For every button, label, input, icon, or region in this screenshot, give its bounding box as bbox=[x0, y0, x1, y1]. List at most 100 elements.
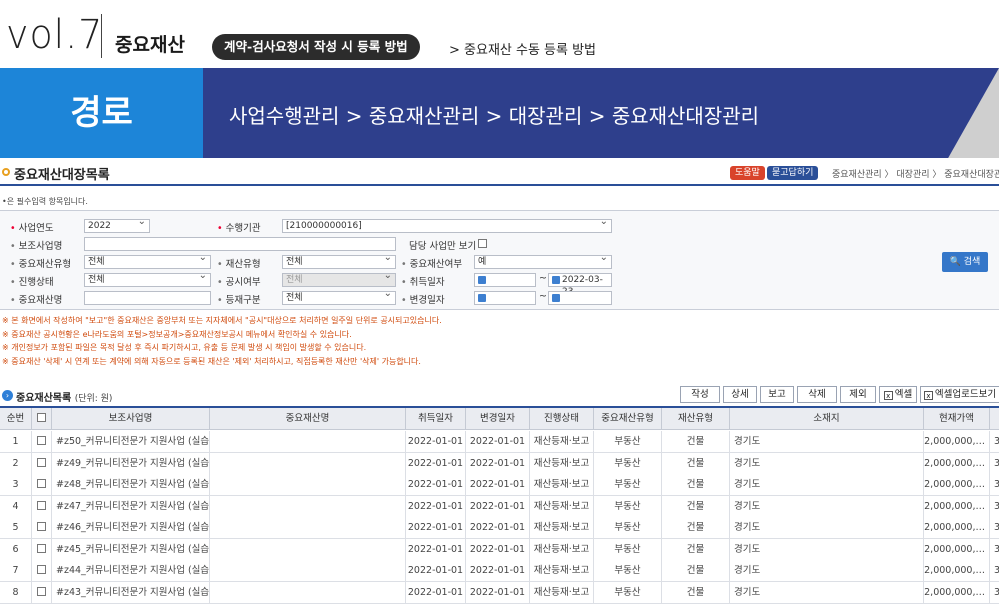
exclude-button[interactable]: 제외 bbox=[840, 386, 876, 403]
cell-asset-type: 부동산 bbox=[594, 474, 662, 496]
year-select[interactable]: 2022 bbox=[84, 216, 150, 233]
row-checkbox[interactable] bbox=[37, 565, 46, 574]
prop-type-select[interactable]: 전체 bbox=[282, 252, 396, 269]
table-row[interactable]: 5 #z46_커뮤니티전문가 지원사업 (실습… 2022-01-01 2022-01… bbox=[0, 517, 999, 539]
table-row[interactable]: 2 #z49_커뮤니티전문가 지원사업 (실습… 2022-01-01 2022-01… bbox=[0, 452, 999, 475]
row-select-cell bbox=[32, 517, 52, 539]
row-checkbox[interactable] bbox=[37, 500, 46, 510]
cell-next: 3, bbox=[990, 453, 999, 475]
list-title: 중요재산목록 (단위: 원) bbox=[16, 393, 113, 404]
row-checkbox[interactable] bbox=[37, 543, 46, 553]
row-checkbox[interactable] bbox=[37, 436, 46, 445]
cell-acq-date: 2022-01-01 bbox=[406, 560, 466, 582]
col-current-value[interactable]: 현재가액 bbox=[924, 408, 990, 430]
col-location[interactable]: 소재지 bbox=[730, 408, 924, 430]
row-checkbox[interactable] bbox=[37, 479, 46, 488]
excel-icon: x bbox=[883, 391, 893, 400]
cell-status: 재산등재·보고 bbox=[530, 560, 594, 582]
col-prop-type[interactable]: 재산유형 bbox=[662, 408, 730, 430]
asset-name-label: • 중요재산명 bbox=[10, 295, 63, 306]
table-row[interactable]: 4 #z47_커뮤니티전문가 지원사업 (실습… 2022-01-01 2022-01… bbox=[0, 495, 999, 518]
col-change-date[interactable]: 변경일자 bbox=[466, 408, 530, 430]
reg-type-select[interactable]: 전체 bbox=[282, 288, 396, 305]
cell-current-value: 2,000,000,… bbox=[924, 560, 990, 582]
cell-change-date: 2022-01-01 bbox=[466, 517, 530, 539]
cell-status: 재산등재·보고 bbox=[530, 538, 594, 561]
col-sub-project[interactable]: 보조사업명 bbox=[52, 408, 210, 430]
help-button[interactable]: 도움말 bbox=[730, 166, 765, 180]
cell-current-value: 2,000,000,… bbox=[924, 495, 990, 518]
detail-button[interactable]: 상세 bbox=[723, 386, 757, 403]
sub-project-input[interactable] bbox=[84, 237, 396, 251]
reg-type-label: • 등재구분 bbox=[217, 295, 261, 306]
volume-label: vol.7 bbox=[6, 12, 104, 58]
excel-button[interactable]: x 엑셀 bbox=[879, 386, 917, 403]
date-range-sep: ~ bbox=[539, 291, 547, 302]
select-all-checkbox[interactable] bbox=[37, 413, 46, 422]
cell-change-date: 2022-01-01 bbox=[466, 495, 530, 518]
cell-location: 경기도 bbox=[730, 474, 924, 496]
asset-name-input[interactable] bbox=[84, 291, 211, 305]
row-select-cell bbox=[32, 452, 52, 475]
calendar-icon[interactable] bbox=[552, 294, 560, 302]
calendar-icon[interactable] bbox=[552, 276, 560, 284]
cell-change-date: 2022-01-01 bbox=[466, 474, 530, 496]
table-row[interactable]: 7 #z44_커뮤니티전문가 지원사업 (실습… 2022-01-01 2022-01… bbox=[0, 560, 999, 582]
create-button[interactable]: 작성 bbox=[680, 386, 720, 403]
org-select[interactable]: [210000000016] bbox=[282, 216, 612, 233]
col-status[interactable]: 진행상태 bbox=[530, 408, 594, 430]
cell-change-date: 2022-01-01 bbox=[466, 560, 530, 582]
search-button[interactable]: 🔍 검색 bbox=[942, 252, 988, 272]
col-select-all[interactable] bbox=[32, 408, 52, 430]
col-no[interactable]: 순번 bbox=[0, 408, 32, 430]
cell-sub-project: #z48_커뮤니티전문가 지원사업 (실습… bbox=[52, 474, 210, 496]
row-select-cell bbox=[32, 560, 52, 582]
cell-acq-date: 2022-01-01 bbox=[406, 538, 466, 561]
calendar-icon[interactable] bbox=[478, 276, 486, 284]
important-select[interactable]: 예 bbox=[474, 252, 612, 269]
cell-current-value: 2,000,000,… bbox=[924, 452, 990, 475]
table-row[interactable]: 6 #z45_커뮤니티전문가 지원사업 (실습… 2022-01-01 2022-01… bbox=[0, 538, 999, 561]
calendar-icon[interactable] bbox=[478, 294, 486, 302]
faq-button[interactable]: 묻고답하기 bbox=[767, 166, 819, 180]
cell-no: 5 bbox=[0, 517, 32, 539]
asset-type-label: • 중요재산유형 bbox=[10, 259, 72, 270]
cell-acq-date: 2022-01-01 bbox=[406, 431, 466, 453]
cell-sub-project: #z45_커뮤니티전문가 지원사업 (실습… bbox=[52, 538, 210, 561]
excel-upload-button[interactable]: x 엑셀업로드보기 bbox=[920, 386, 999, 403]
col-acq-date[interactable]: 취득일자 bbox=[406, 408, 466, 430]
table-row[interactable]: 8 #z43_커뮤니티전문가 지원사업 (실습… 2022-01-01 2022-01… bbox=[0, 581, 999, 604]
row-select-cell bbox=[32, 538, 52, 561]
cell-asset-type: 부동산 bbox=[594, 431, 662, 453]
row-checkbox[interactable] bbox=[37, 457, 46, 467]
notice-list: ※ 본 화면에서 작성하여 "보고"한 중요재산은 중앙부처 또는 지자체에서 … bbox=[2, 314, 442, 368]
table-row[interactable]: 1 #z50_커뮤니티전문가 지원사업 (실습… 2022-01-01 2022-01… bbox=[0, 431, 999, 453]
status-select[interactable]: 전체 bbox=[84, 270, 211, 287]
col-asset-name[interactable]: 중요재산명 bbox=[210, 408, 406, 430]
date-range-sep: ~ bbox=[539, 273, 547, 284]
col-asset-type[interactable]: 중요재산유형 bbox=[594, 408, 662, 430]
cell-asset-type: 부동산 bbox=[594, 560, 662, 582]
public-select[interactable]: 전체 bbox=[282, 270, 396, 287]
asset-type-select[interactable]: 전체 bbox=[84, 252, 211, 269]
cell-acq-date: 2022-01-01 bbox=[406, 581, 466, 604]
app-screen: 중요재산대장목록 도움말 묻고답하기 중요재산관리 〉 대장관리 〉 중요재산대… bbox=[0, 158, 999, 604]
row-checkbox[interactable] bbox=[37, 586, 46, 596]
status-label: • 진행상태 bbox=[10, 277, 54, 288]
cell-status: 재산등재·보고 bbox=[530, 452, 594, 475]
cell-asset-name bbox=[210, 495, 406, 518]
cell-location: 경기도 bbox=[730, 581, 924, 604]
delete-button[interactable]: 삭제 bbox=[797, 386, 837, 403]
cell-current-value: 2,000,000,… bbox=[924, 517, 990, 539]
own-only-checkbox[interactable] bbox=[478, 239, 487, 248]
table-row[interactable]: 3 #z48_커뮤니티전문가 지원사업 (실습… 2022-01-01 2022-01… bbox=[0, 474, 999, 496]
chevron-right-icon: › bbox=[2, 390, 13, 401]
required-note: •은 필수입력 항목입니다. bbox=[2, 197, 88, 206]
cell-asset-type: 부동산 bbox=[594, 581, 662, 604]
row-select-cell bbox=[32, 431, 52, 453]
report-button[interactable]: 보고 bbox=[760, 386, 794, 403]
change-date-label: • 변경일자 bbox=[401, 295, 445, 306]
breadcrumb: 중요재산관리 〉 대장관리 〉 중요재산대장관리 bbox=[832, 170, 999, 180]
cell-prop-type: 건물 bbox=[662, 581, 730, 604]
row-checkbox[interactable] bbox=[37, 522, 46, 531]
